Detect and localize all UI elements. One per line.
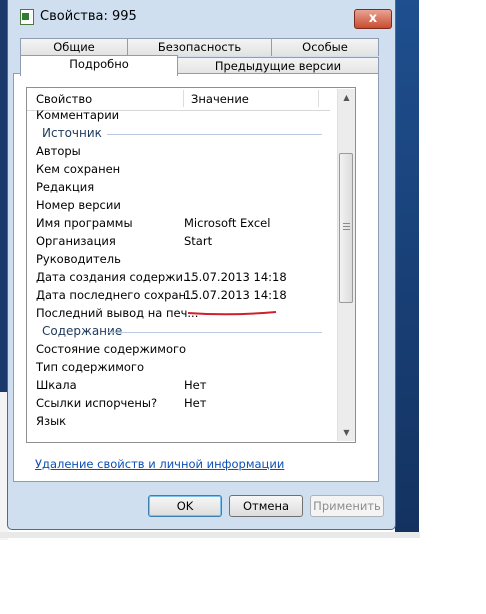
window-title: Свойства: 995	[40, 9, 137, 24]
property-name: Организация	[36, 234, 116, 248]
property-name: Номер версии	[36, 198, 121, 212]
property-name: Тип содержимого	[36, 360, 144, 374]
scroll-up-arrow-icon[interactable]: ▲	[338, 89, 355, 106]
tab-custom[interactable]: Особые	[271, 38, 379, 56]
property-name: Руководитель	[36, 252, 121, 266]
list-item[interactable]: Дата последнего сохран... 15.07.2013 14:1…	[27, 287, 330, 305]
group-divider	[107, 134, 322, 135]
title-bar[interactable]: Свойства: 995 x	[8, 0, 395, 34]
property-value: Start	[184, 234, 213, 248]
list-item[interactable]: Кем сохранен	[27, 161, 330, 179]
ok-button[interactable]: OK	[148, 495, 222, 517]
list-item[interactable]: Ссылки испорчены? Нет	[27, 395, 330, 413]
property-name: Авторы	[36, 144, 81, 158]
list-item[interactable]: Авторы	[27, 143, 330, 161]
list-item[interactable]: Имя программы Microsoft Excel	[27, 215, 330, 233]
list-item[interactable]: Шкала Нет	[27, 377, 330, 395]
property-value: 15.07.2013 14:18	[184, 288, 287, 302]
tab-details[interactable]: Подробно	[20, 55, 178, 76]
property-value: Нет	[184, 396, 207, 410]
list-item[interactable]: Тип содержимого	[27, 359, 330, 377]
list-item[interactable]: Язык	[27, 413, 330, 431]
property-name: Редакция	[36, 180, 95, 194]
tab-security[interactable]: Безопасность	[127, 38, 272, 56]
background-window-bottom	[0, 532, 420, 538]
list-item[interactable]: Организация Start	[27, 233, 330, 251]
column-header-property[interactable]: Свойство	[36, 92, 92, 106]
list-item[interactable]: Руководитель	[27, 251, 330, 269]
close-button[interactable]: x	[354, 9, 392, 29]
property-name: Последний вывод на печ...	[36, 306, 199, 320]
properties-list[interactable]: Свойство Значение Комментарии Источник Авт…	[26, 87, 356, 443]
list-item[interactable]: Состояние содержимого	[27, 341, 330, 359]
vertical-scrollbar[interactable]: ▲ ▼	[337, 89, 355, 441]
property-name: Язык	[36, 414, 67, 428]
list-item[interactable]: Номер версии	[27, 197, 330, 215]
list-item[interactable]: Комментарии	[27, 107, 330, 125]
tab-general[interactable]: Общие	[20, 38, 128, 56]
excel-file-icon	[20, 9, 34, 25]
apply-button[interactable]: Применить	[310, 495, 384, 517]
property-name: Шкала	[36, 378, 77, 392]
property-name: Ссылки испорчены?	[36, 396, 158, 410]
property-value: Microsoft Excel	[184, 216, 271, 230]
property-value: Нет	[184, 378, 207, 392]
property-value: 15.07.2013 14:18	[184, 270, 287, 284]
property-name: Имя программы	[36, 216, 133, 230]
property-name: Дата последнего сохран...	[36, 288, 198, 302]
column-header-value[interactable]: Значение	[191, 92, 249, 106]
list-item[interactable]: Дата создания содержи... 15.07.2013 14:18	[27, 269, 330, 287]
group-divider	[107, 332, 322, 333]
column-separator[interactable]	[183, 90, 184, 107]
background-window-right	[395, 0, 419, 534]
group-header: Источник	[27, 125, 330, 143]
red-underline-annotation	[187, 311, 277, 316]
cancel-button[interactable]: Отмена	[229, 495, 303, 517]
group-label: Содержание	[42, 324, 123, 338]
list-item[interactable]: Редакция	[27, 179, 330, 197]
property-name: Состояние содержимого	[36, 342, 187, 356]
property-name: Комментарии	[36, 108, 120, 122]
column-separator[interactable]	[318, 90, 319, 107]
group-header: Содержание	[27, 323, 330, 341]
scroll-down-arrow-icon[interactable]: ▼	[338, 424, 355, 441]
scrollbar-thumb[interactable]	[339, 153, 353, 303]
property-name: Дата создания содержи...	[36, 270, 194, 284]
list-item[interactable]: Последний вывод на печ...	[27, 305, 330, 323]
property-name: Кем сохранен	[36, 162, 121, 176]
group-label: Источник	[42, 126, 102, 140]
remove-properties-link[interactable]: Удаление свойств и личной информации	[35, 457, 284, 471]
